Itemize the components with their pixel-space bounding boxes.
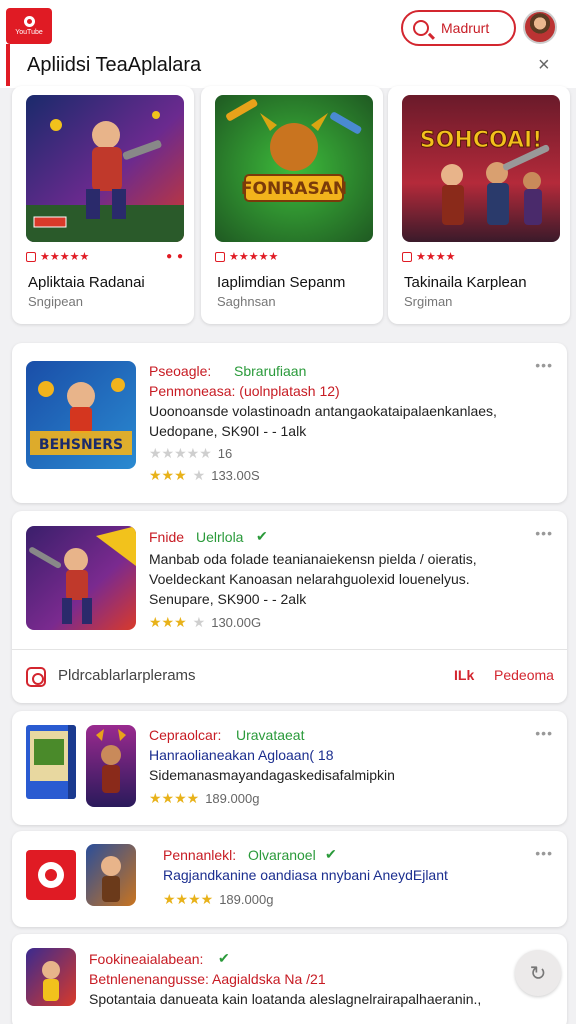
app-category: Fookineaialabean:	[89, 951, 204, 967]
youtube-logo[interactable]: YouTube	[6, 8, 52, 44]
action-short[interactable]: ILk	[454, 667, 474, 683]
app-description: Uoonoansde volastinoadn antangaokataipal…	[149, 403, 497, 419]
rating: ★★★★	[402, 250, 455, 263]
app-thumbnail	[86, 725, 136, 807]
app-description: Voeldeckant Kanoasan nelarahguolexid lou…	[149, 571, 470, 587]
install-icon	[26, 667, 46, 687]
verified-icon: ✔	[218, 950, 230, 966]
app-category: Cepraolcar:	[149, 727, 222, 743]
featured-name: Takinaila Karplean	[404, 274, 527, 291]
featured-art-3: SOHCOAI!	[402, 95, 560, 242]
rating-stars: ★★★ ★ 130.00G	[149, 614, 262, 630]
search-icon	[413, 20, 429, 36]
featured-sub: Sngipean	[28, 294, 83, 309]
featured-card[interactable]: ★★★★★ ● ● Apliktaia Radanai Sngipean	[12, 86, 194, 324]
top-bar: YouTube Madrurt Apliidsi TeaAplalara ×	[0, 0, 576, 88]
more-options-icon[interactable]: •••	[535, 725, 553, 741]
more-options-icon[interactable]: •••	[535, 525, 553, 541]
app-category: Fnide	[149, 529, 185, 545]
list-item[interactable]: Cepraolcar: Uravataeat Hanraolianeakan A…	[12, 711, 567, 825]
featured-sub: Srgiman	[404, 294, 453, 309]
rating-stars: ★★★★ 189.000g	[149, 790, 260, 806]
featured-name: Apliktaia Radanai	[28, 274, 145, 291]
app-title: Hanraolianeakan Agloaan( 18	[149, 747, 334, 763]
thumbnail-title: BEHSNERS	[39, 437, 123, 453]
app-logo-icon	[26, 850, 76, 900]
rating: ★★★★★	[26, 250, 89, 263]
close-icon[interactable]: ×	[538, 54, 550, 76]
app-thumbnail: BEHSNERS	[26, 361, 136, 469]
dots-icon: ● ●	[166, 251, 184, 262]
app-thumbnail	[86, 844, 136, 906]
search-button[interactable]: Madrurt	[401, 10, 516, 46]
app-title: Betnlenenangusse: Aagialdska Na /21	[89, 971, 326, 987]
verified-icon: ✔	[256, 528, 268, 544]
play-icon	[23, 16, 35, 27]
rating-stars: ★★★★ 189.000g	[163, 891, 274, 907]
app-tag: Olvaranoel	[248, 847, 316, 863]
search-label: Madrurt	[441, 20, 490, 36]
badge-icon	[215, 251, 225, 262]
rating: ★★★★★	[215, 250, 278, 263]
featured-art-title: FONRASAN	[241, 179, 347, 199]
app-title: Ragjandkanine oandiasa nnybani AneydEjla…	[163, 867, 448, 883]
box-art	[26, 725, 76, 799]
accent-bar	[6, 44, 10, 86]
featured-art-2: FONRASAN	[215, 95, 373, 242]
featured-sub: Saghnsan	[217, 294, 276, 309]
more-options-icon[interactable]: •••	[535, 357, 553, 373]
more-options-icon[interactable]: •••	[535, 845, 553, 861]
refresh-button[interactable]: ↻	[515, 950, 561, 996]
app-thumbnail	[26, 526, 136, 630]
app-category: Pennanlekl:	[163, 847, 237, 863]
list-item[interactable]: Fnide Uelrlola ✔ Manbab oda folade teani…	[12, 511, 567, 703]
featured-card[interactable]: FONRASAN ★★★★★ Iaplimdian Sepanm Saghnsa…	[201, 86, 383, 324]
app-description: Sidemanasmayandagaskedisafalmipkin	[149, 767, 395, 783]
list-item[interactable]: BEHSNERS Pseoagle: Sbrarufiaan Penmoneas…	[12, 343, 567, 503]
app-title: Penmoneasa: (uolnplatash 12)	[149, 383, 340, 399]
app-tag: Uelrlola	[196, 529, 244, 545]
list-item[interactable]: Pennanlekl: Olvaranoel ✔ Ragjandkanine o…	[12, 831, 567, 927]
app-category: Pseoagle:	[149, 363, 212, 379]
app-meta: Uedopane, SK90I - - 1alk	[149, 423, 307, 439]
featured-art-1	[26, 95, 184, 242]
page-title: Apliidsi TeaAplalara	[27, 54, 202, 76]
rating-secondary: ★★★★★ 16	[149, 445, 233, 461]
app-title: Manbab oda folade teanianaiekensn pielda…	[149, 551, 477, 567]
app-meta: Senupare, SK900 - - 2alk	[149, 591, 307, 607]
badge-icon	[402, 251, 412, 262]
app-tag: Uravataeat	[236, 727, 305, 743]
action-row[interactable]: Pldrcablarlarplerams ILk Pedeoma	[12, 650, 567, 702]
list-item[interactable]: Fookineaialabean: ✔ Betnlenenangusse: Aa…	[12, 934, 567, 1024]
featured-art-title: SOHCOAI!	[420, 128, 542, 153]
app-tag: Sbrarufiaan	[234, 363, 307, 379]
badge-icon	[26, 251, 36, 262]
featured-card[interactable]: SOHCOAI! ★★★★ Takinaila Karplean Srgiman	[388, 86, 570, 324]
app-thumbnail	[26, 948, 76, 1006]
featured-name: Iaplimdian Sepanm	[217, 274, 346, 291]
action-link[interactable]: Pedeoma	[494, 667, 554, 683]
avatar[interactable]	[523, 10, 557, 44]
verified-icon: ✔	[325, 846, 337, 862]
rating-stars: ★★★ ★ 133.00S	[149, 467, 260, 483]
action-label: Pldrcablarlarplerams	[58, 667, 196, 684]
app-description: Spotantaia danueata kain loatanda alesla…	[89, 991, 482, 1007]
